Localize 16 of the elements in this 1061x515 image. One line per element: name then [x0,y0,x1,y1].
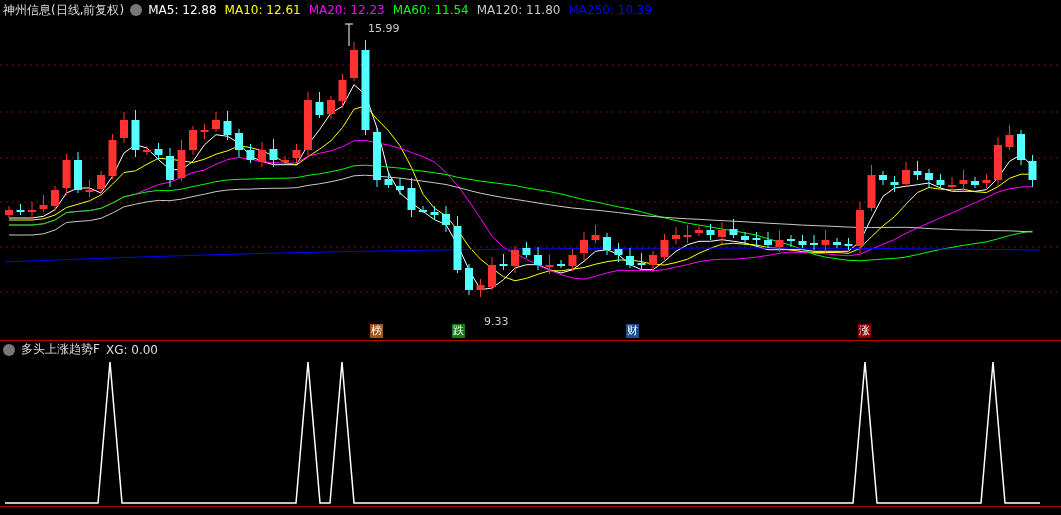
max-price-marker-icon [344,23,354,47]
stock-title: 神州信息(日线,前复权) [3,1,125,19]
moving-average-reading: MA10: 12.61 [224,3,301,17]
high-price-label: 15.99 [368,22,400,35]
event-marker[interactable]: 财 [626,324,639,338]
indicator-title: 多头上涨趋势F [21,341,100,358]
event-marker[interactable]: 跌 [452,324,465,338]
moving-average-reading: MA250: 10.39 [568,3,653,17]
event-marker[interactable]: 榜 [370,324,383,338]
moving-average-reading: MA5: 12.88 [148,3,217,17]
moving-average-reading: MA120: 11.80 [476,3,561,17]
event-marker[interactable]: 涨 [858,324,871,338]
moving-average-reading: MA20: 12.23 [308,3,385,17]
indicator-reading: XG: 0.00 [105,342,158,357]
moving-average-reading: MA60: 11.54 [392,3,469,17]
low-price-label: 9.33 [484,315,509,328]
